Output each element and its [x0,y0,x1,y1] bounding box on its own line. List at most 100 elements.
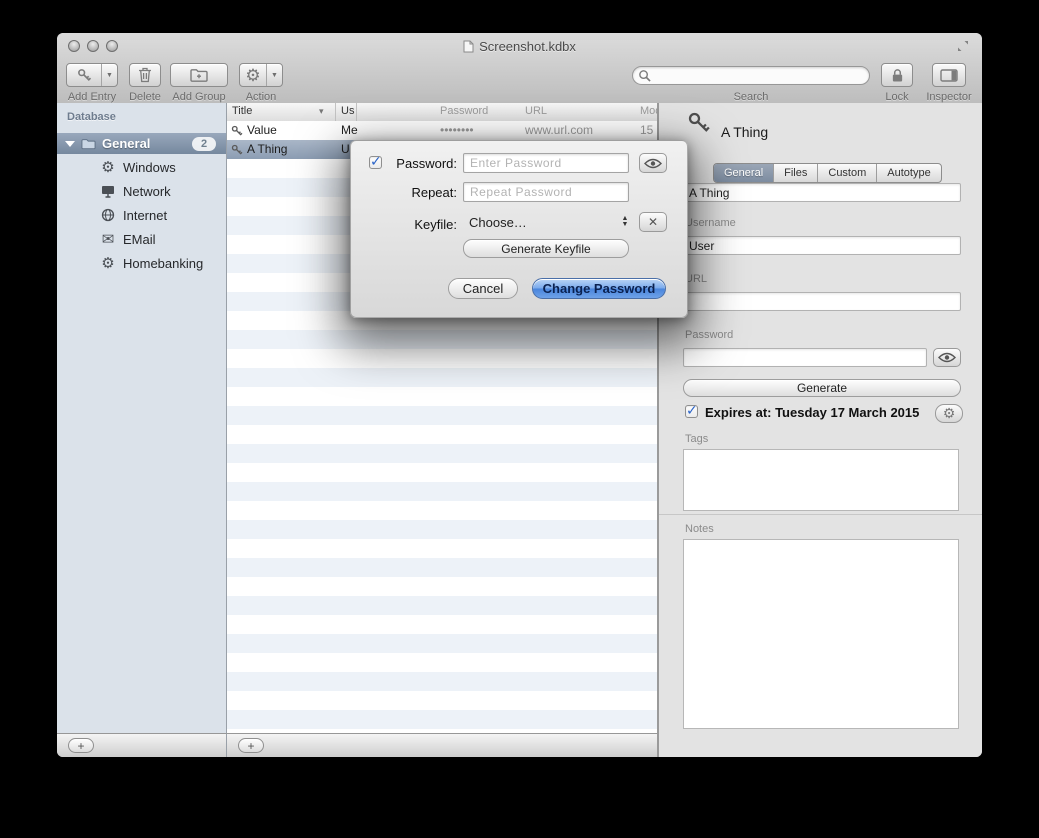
inspector-panel-icon [940,69,958,82]
sidebar: Database General 2 ⚙ Windows Network Int… [57,103,227,733]
generate-password-button[interactable]: Generate [683,379,961,397]
lock-label: Lock [881,91,913,103]
windows-icon: ⚙ [100,160,116,175]
tags-field[interactable] [683,449,959,511]
keyfile-popup-value: Choose… [469,215,527,230]
add-entry-label: Add Entry [66,91,118,103]
inspector-entry-title: A Thing [721,124,768,140]
search-input[interactable] [632,66,870,85]
notes-label: Notes [685,523,714,535]
lock-icon [891,68,904,83]
column-header-password[interactable]: Password [440,105,488,117]
search-icon [638,69,651,82]
column-header-url[interactable]: URL [525,105,547,117]
app-window: Screenshot.kdbx ▼ Add Entry Delete Add G… [57,33,982,757]
sheet-reveal-password-button[interactable] [639,153,667,173]
add-entry-plus-button[interactable]: + [238,738,264,753]
url-field[interactable] [683,292,961,311]
column-header-username[interactable]: Us [341,105,354,117]
folder-plus-icon [190,68,208,82]
keyfile-popup[interactable]: Choose… [463,212,633,232]
add-group-plus-button[interactable]: + [68,738,94,753]
sheet-repeat-input[interactable] [463,182,629,202]
window-title: Screenshot.kdbx [479,39,576,54]
window-chrome: Screenshot.kdbx ▼ Add Entry Delete Add G… [57,33,982,104]
toolbar-item-add-group: Add Group [170,63,228,87]
toolbar-item-action: ⚙ ▼ Action [239,63,283,87]
eye-icon [938,352,956,363]
entry-key-icon [687,111,711,140]
sidebar-section-header: Database [67,111,116,123]
sidebar-item-email[interactable]: ✉ EMail [57,227,226,251]
fullscreen-icon[interactable] [956,39,970,53]
search-label: Search [632,91,870,103]
sidebar-group-general[interactable]: General 2 [57,133,226,154]
tab-files[interactable]: Files [774,164,818,182]
add-group-button[interactable] [170,63,228,87]
sheet-repeat-label: Repeat: [385,185,457,200]
chevron-down-icon[interactable]: ▼ [101,64,117,86]
url-label: URL [685,273,707,285]
disclosure-triangle-icon[interactable] [65,141,75,147]
change-password-button[interactable]: Change Password [532,278,666,299]
password-label: Password [685,329,733,341]
delete-button[interactable] [129,63,161,87]
column-divider[interactable] [335,103,336,121]
sheet-keyfile-label: Keyfile: [385,217,457,232]
cancel-button[interactable]: Cancel [448,278,518,299]
toolbar-item-add-entry: ▼ Add Entry [66,63,118,87]
expires-label: Expires at: Tuesday 17 March 2015 [705,405,919,420]
sidebar-item-network[interactable]: Network [57,179,226,203]
section-divider [659,514,982,515]
entry-list-header: Title ▾ Us Password URL Mod [227,103,657,122]
envelope-icon: ✉ [100,232,116,247]
titlebar: Screenshot.kdbx [57,38,982,54]
sidebar-item-windows[interactable]: ⚙ Windows [57,155,226,179]
entry-count-badge: 2 [192,137,216,151]
toolbar-item-delete: Delete [129,63,161,87]
notes-field[interactable] [683,539,959,729]
entry-list-bottom-bar: + [227,733,658,757]
column-divider[interactable] [356,103,357,121]
action-button[interactable]: ⚙ ▼ [239,63,283,87]
globe-icon [100,208,116,222]
clear-keyfile-button[interactable]: ✕ [639,212,667,232]
folder-icon [81,138,96,150]
entry-row[interactable]: Value Me •••••••• www.url.com 15 [227,121,657,140]
chevron-down-icon[interactable]: ▼ [266,64,282,86]
sidebar-group-label: General [102,136,192,151]
trash-icon [138,67,152,83]
tab-autotype[interactable]: Autotype [877,164,940,182]
password-enable-checkbox[interactable] [369,156,382,169]
tags-label: Tags [685,433,708,445]
generate-keyfile-button[interactable]: Generate Keyfile [463,239,629,258]
tab-general[interactable]: General [714,164,774,182]
sort-indicator-icon: ▾ [319,106,324,117]
inspector-label: Inspector [923,91,975,103]
add-entry-button[interactable]: ▼ [66,63,118,87]
username-field[interactable] [683,236,961,255]
close-x-icon: ✕ [648,215,658,229]
popup-stepper-icon[interactable]: ▲▼ [619,214,631,230]
reveal-password-button[interactable] [933,348,961,367]
tab-custom[interactable]: Custom [818,164,877,182]
inspector-tabs: General Files Custom Autotype [713,163,942,183]
key-icon [67,64,101,86]
sheet-password-input[interactable] [463,153,629,173]
network-icon [100,185,116,198]
inspector-toggle-button[interactable] [932,63,966,87]
title-field[interactable] [683,183,961,202]
expires-checkbox[interactable] [685,405,698,418]
lock-button[interactable] [881,63,913,87]
toolbar-item-inspector: Inspector [923,63,975,87]
sheet-password-label: Password: [385,156,457,171]
gear-icon: ⚙ [245,67,260,84]
expires-gear-button[interactable]: ⚙ [935,404,963,423]
gear-icon: ⚙ [943,405,956,422]
document-proxy-icon [463,40,474,53]
sidebar-item-internet[interactable]: Internet [57,203,226,227]
sidebar-item-homebanking[interactable]: ⚙ Homebanking [57,251,226,275]
column-header-title[interactable]: Title [232,105,252,117]
password-field[interactable] [683,348,927,367]
inspector-panel: A Thing General Files Custom Autotype Us… [658,103,982,757]
